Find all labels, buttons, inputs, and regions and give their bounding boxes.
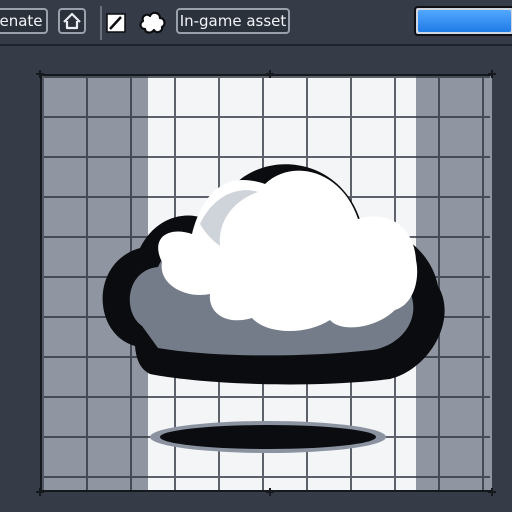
- home-icon: [63, 12, 81, 30]
- generation-progress-bar: [414, 6, 512, 36]
- pencil-icon: [106, 13, 126, 33]
- asset-type-button[interactable]: In-game asset: [176, 8, 290, 34]
- generate-button[interactable]: enate: [0, 8, 48, 34]
- canvas-area[interactable]: [0, 46, 512, 512]
- cloud-tool-button[interactable]: [136, 7, 168, 37]
- frame-corner-marker: [488, 488, 496, 496]
- pencil-button[interactable]: [106, 13, 126, 33]
- progress-fill: [418, 10, 511, 32]
- frame-corner-marker: [36, 488, 44, 496]
- home-button[interactable]: [58, 8, 86, 34]
- frame-corner-marker: [266, 70, 274, 78]
- frame-corner-marker: [266, 488, 274, 496]
- toolbar: enate In-game asset: [0, 0, 512, 46]
- frame-corner-marker: [488, 70, 496, 78]
- cloud-icon: [139, 11, 166, 34]
- sprite-frame[interactable]: [40, 74, 492, 492]
- frame-corner-marker: [36, 70, 44, 78]
- cloud-sprite[interactable]: [40, 74, 492, 492]
- toolbar-separator: [100, 6, 102, 40]
